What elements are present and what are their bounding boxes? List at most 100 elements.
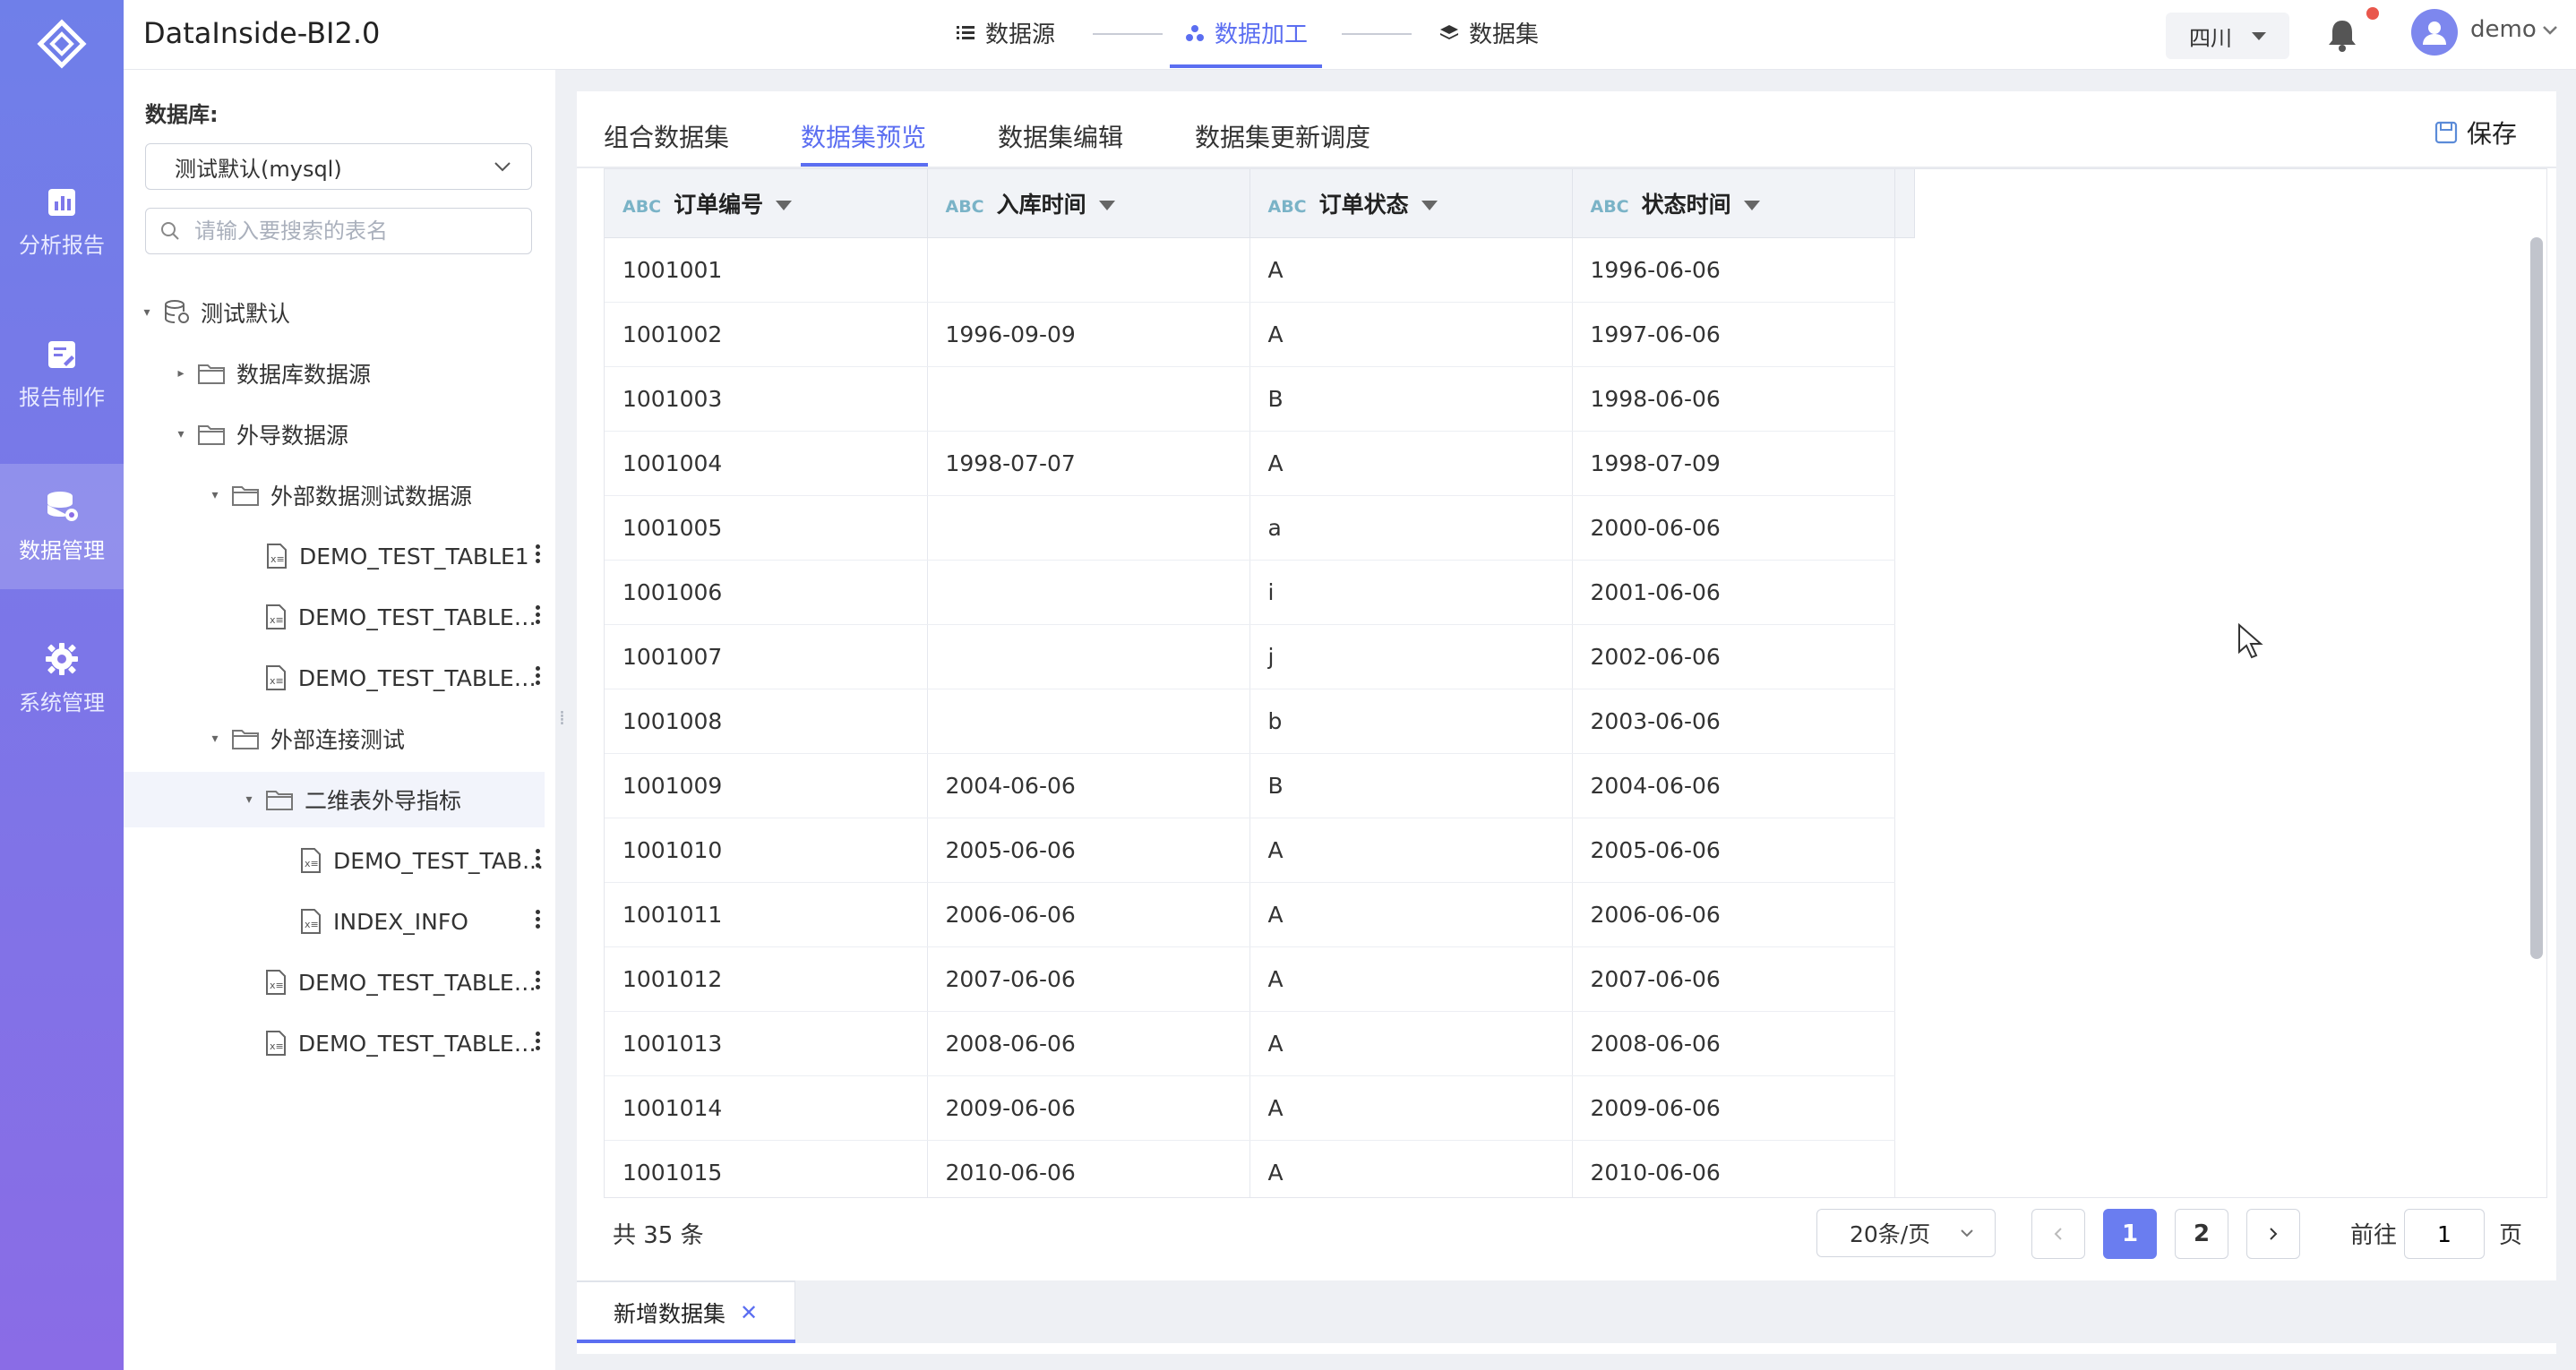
column-header[interactable]: ABC 订单状态	[1249, 169, 1573, 238]
rail-item-analysis[interactable]: 分析报告	[0, 159, 124, 285]
type-tag: ABC	[623, 196, 662, 217]
tree-node-folder[interactable]: ▾ 外部数据测试数据源	[124, 467, 545, 523]
gear-icon	[46, 642, 78, 675]
preview-table: ABC 订单编号 ABC 入库时间 ABC 订单状态 ABC 状态时间 1001001 A 199…	[605, 169, 1915, 1197]
tree-node-table[interactable]: x≡ DEMO_TEST_TABLE_...	[124, 650, 545, 706]
chevron-down-icon[interactable]	[2540, 20, 2560, 43]
tree-node-table[interactable]: x≡ DEMO_TEST_TABLE_...	[124, 1015, 545, 1071]
tab-combined-dataset[interactable]: 组合数据集	[604, 118, 729, 154]
tab-dataset-preview[interactable]: 数据集预览	[801, 118, 926, 154]
excel-file-icon: x≡	[264, 664, 288, 691]
table-cell: 1998-07-09	[1572, 431, 1895, 496]
table-cell: 2002-06-06	[1572, 624, 1895, 689]
column-title: 订单状态	[1318, 191, 1409, 218]
page-button-1[interactable]: 1	[2103, 1209, 2157, 1259]
caret-expanded-icon[interactable]: ▾	[138, 305, 156, 320]
table-row: 1001002 1996-09-09 A 1997-06-06	[605, 302, 1914, 367]
goto-page-input[interactable]	[2404, 1209, 2485, 1259]
notification-button[interactable]	[2327, 18, 2357, 56]
table-cell	[927, 495, 1250, 561]
tab-update-schedule[interactable]: 数据集更新调度	[1195, 118, 1370, 154]
sort-dropdown-icon[interactable]	[776, 201, 793, 211]
more-options-icon[interactable]	[534, 666, 541, 685]
table-row: 1001006 i 2001-06-06	[605, 560, 1914, 625]
database-select[interactable]: 测试默认(mysql)	[145, 143, 532, 190]
page-button-2[interactable]: 2	[2175, 1209, 2228, 1259]
region-select[interactable]: 四川	[2166, 13, 2289, 59]
caret-expanded-icon[interactable]: ▾	[172, 427, 190, 441]
table-cell: a	[1249, 495, 1573, 561]
more-options-icon[interactable]	[534, 544, 541, 563]
total-count: 共 35 条	[613, 1222, 704, 1249]
tree-node-label: 外部数据测试数据源	[270, 484, 473, 509]
column-header[interactable]: ABC 入库时间	[927, 169, 1250, 238]
step-data-source[interactable]: 数据源	[957, 16, 1055, 49]
tree-node-table[interactable]: x≡ DEMO_TEST_TABLE_...	[124, 955, 545, 1010]
vertical-scrollbar[interactable]	[2530, 237, 2543, 959]
tree-node-folder[interactable]: ▾ 外部连接测试	[124, 711, 545, 766]
table-cell: 1001005	[605, 495, 928, 561]
panel-resize-handle[interactable]: ⁞	[559, 707, 565, 730]
column-header[interactable]: ABC 订单编号	[605, 169, 928, 238]
folder-icon	[265, 788, 294, 811]
user-name[interactable]: demo	[2470, 16, 2537, 43]
more-options-icon[interactable]	[534, 910, 541, 929]
sort-dropdown-icon[interactable]	[1098, 201, 1115, 211]
table-cell: 1001006	[605, 560, 928, 625]
tree-node-table[interactable]: x≡ DEMO_TEST_TAB...	[124, 833, 545, 888]
tree-node-table[interactable]: x≡ DEMO_TEST_TABLE1	[124, 528, 545, 584]
table-cell: A	[1249, 1140, 1573, 1197]
caret-expanded-icon[interactable]: ▾	[240, 792, 258, 807]
more-options-icon[interactable]	[534, 1032, 541, 1050]
close-icon[interactable]: ✕	[740, 1300, 758, 1325]
tree-node-folder[interactable]: ▾ 外导数据源	[124, 407, 545, 462]
tree-node-table[interactable]: x≡ INDEX_INFO	[124, 894, 545, 949]
chevron-down-icon	[1961, 1229, 1973, 1237]
rail-item-system[interactable]: 系统管理	[0, 616, 124, 741]
rail-item-data-management[interactable]: 数据管理	[0, 464, 124, 589]
more-options-icon[interactable]	[534, 971, 541, 989]
prev-page-button[interactable]	[2031, 1209, 2085, 1259]
tree-node-table[interactable]: x≡ DEMO_TEST_TABLE_...	[124, 589, 545, 645]
step-active-indicator	[1170, 64, 1322, 68]
sort-dropdown-icon[interactable]	[1421, 201, 1438, 211]
table-row: 1001004 1998-07-07 A 1998-07-09	[605, 431, 1914, 496]
table-cell: A	[1249, 237, 1573, 303]
save-label: 保存	[2466, 119, 2517, 149]
header-stub	[1894, 169, 1915, 238]
save-button[interactable]: 保存	[2434, 115, 2517, 150]
rail-item-report-edit[interactable]: 报告制作	[0, 312, 124, 437]
more-options-icon[interactable]	[534, 605, 541, 624]
caret-expanded-icon[interactable]: ▾	[206, 488, 224, 502]
page-size-select[interactable]: 20条/页	[1816, 1209, 1996, 1257]
bottom-tab-new-dataset[interactable]: 新增数据集 ✕	[577, 1280, 795, 1343]
tree-node-db[interactable]: ▾ 测试默认	[124, 285, 545, 340]
sort-dropdown-icon[interactable]	[1743, 201, 1760, 211]
table-row: 1001007 j 2002-06-06	[605, 624, 1914, 689]
more-options-icon[interactable]	[534, 849, 541, 868]
step-dataset[interactable]: 数据集	[1440, 16, 1539, 49]
app-logo[interactable]	[0, 0, 124, 88]
excel-file-icon: x≡	[299, 847, 322, 874]
table-tree-panel: 数据库: 测试默认(mysql) ▾ 测试默认 ▸ 数据库数据源 ▾ 外导数据源 ▾ 外部数据…	[124, 70, 555, 1370]
column-header[interactable]: ABC 状态时间	[1572, 169, 1895, 238]
step-data-processing[interactable]: 数据加工	[1186, 16, 1308, 49]
tree-node-label: DEMO_TEST_TABLE1	[299, 543, 529, 569]
table-cell	[927, 237, 1250, 303]
next-page-button[interactable]	[2246, 1209, 2300, 1259]
avatar[interactable]	[2411, 9, 2458, 56]
tree-node-folder[interactable]: ▸ 数据库数据源	[124, 346, 545, 401]
caret-expanded-icon[interactable]: ▾	[206, 732, 224, 746]
table-search[interactable]	[145, 208, 532, 254]
caret-collapsed-icon[interactable]: ▸	[172, 366, 190, 381]
table-cell: 1001003	[605, 366, 928, 432]
type-tag: ABC	[945, 196, 984, 217]
tab-dataset-edit[interactable]: 数据集编辑	[998, 118, 1123, 154]
excel-file-icon: x≡	[264, 969, 288, 996]
tree-node-folder[interactable]: ▾ 二维表外导指标	[124, 772, 545, 827]
app-title: DataInside-BI2.0	[143, 16, 381, 50]
table-search-input[interactable]	[193, 218, 515, 244]
table-cell: A	[1249, 946, 1573, 1012]
bottom-tab-label: 新增数据集	[613, 1301, 726, 1327]
tree-node-label: 数据库数据源	[236, 362, 372, 388]
